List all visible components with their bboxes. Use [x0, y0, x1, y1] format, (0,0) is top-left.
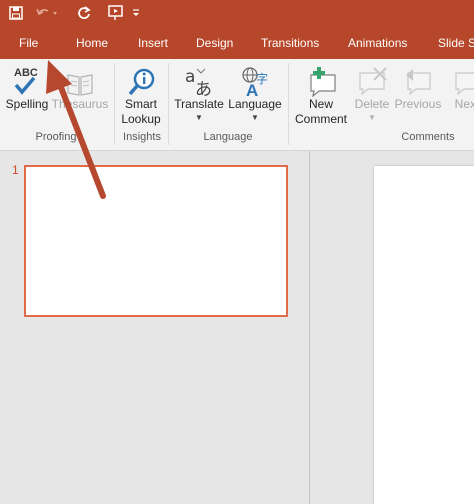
tab-design[interactable]: Design [196, 28, 233, 59]
svg-text:字: 字 [256, 71, 268, 86]
group-separator [168, 63, 169, 145]
redo-icon[interactable] [74, 3, 94, 23]
tab-animations[interactable]: Animations [348, 28, 407, 59]
new-comment-button[interactable]: New Comment [291, 59, 351, 127]
next-comment-icon [454, 59, 474, 97]
chevron-down-icon: ▼ [195, 113, 203, 122]
smart-lookup-button[interactable]: Smart Lookup [117, 59, 165, 127]
thesaurus-label: Thesaurus [51, 97, 109, 111]
slide-canvas[interactable] [374, 166, 474, 504]
delete-label: Delete [354, 97, 390, 111]
spelling-icon: ABC [12, 59, 42, 97]
smart-lookup-icon [126, 59, 156, 97]
chevron-down-icon: ▼ [368, 113, 376, 122]
svg-text:あ: あ [195, 80, 212, 97]
spelling-button[interactable]: ABC Spelling [4, 59, 50, 112]
smart-lookup-label-line1: Smart [124, 97, 157, 111]
translate-icon: aあ [183, 59, 215, 97]
new-comment-icon [305, 59, 337, 97]
spelling-label: Spelling [5, 97, 49, 111]
language-label: Language [228, 97, 282, 111]
next-label: Next [454, 97, 474, 111]
tab-insert[interactable]: Insert [138, 28, 168, 59]
start-from-beginning-icon[interactable] [103, 3, 127, 23]
book-icon [65, 59, 95, 97]
previous-label: Previous [394, 97, 442, 111]
tab-transitions[interactable]: Transitions [261, 28, 319, 59]
group-separator [288, 63, 289, 145]
translate-button[interactable]: aあ Translate ▼ [172, 59, 226, 122]
smart-lookup-label-line2: Lookup [121, 112, 161, 126]
quick-access-toolbar [0, 0, 474, 28]
language-group-label: Language [203, 131, 253, 143]
thesaurus-button[interactable]: Thesaurus [52, 59, 108, 112]
slide-thumbnail[interactable] [24, 165, 288, 317]
svg-text:a: a [185, 67, 195, 87]
language-button[interactable]: A字 Language ▼ [227, 59, 283, 122]
delete-comment-icon [356, 59, 388, 97]
ribbon: ABC Spelling Thesaurus Proofing Smart Lo… [0, 59, 474, 151]
group-separator [114, 63, 115, 145]
insights-group-label: Insights [123, 131, 161, 143]
previous-comment-button[interactable]: Previous [393, 59, 443, 112]
svg-text:ABC: ABC [14, 67, 38, 79]
slide-number: 1 [12, 163, 19, 177]
delete-comment-button[interactable]: Delete ▼ [351, 59, 393, 122]
new-comment-label-line2: Comment [294, 112, 347, 126]
tab-home[interactable]: Home [76, 28, 108, 59]
language-icon: A字 [238, 59, 272, 97]
previous-comment-icon [402, 59, 434, 97]
save-icon[interactable] [6, 3, 26, 23]
new-comment-label-line1: New [308, 97, 333, 111]
chevron-down-icon: ▼ [251, 113, 259, 122]
comments-group-label: Comments [401, 131, 455, 143]
next-comment-button[interactable]: Next [447, 59, 474, 112]
proofing-group-label: Proofing [35, 131, 77, 143]
undo-icon[interactable] [34, 3, 60, 23]
translate-label: Translate [174, 97, 224, 111]
customize-qat-icon[interactable] [130, 3, 142, 23]
ribbon-tabs: File Home Insert Design Transitions Anim… [0, 28, 474, 59]
tab-file[interactable]: File [19, 28, 38, 59]
tab-slide-show[interactable]: Slide Sh [438, 28, 474, 59]
